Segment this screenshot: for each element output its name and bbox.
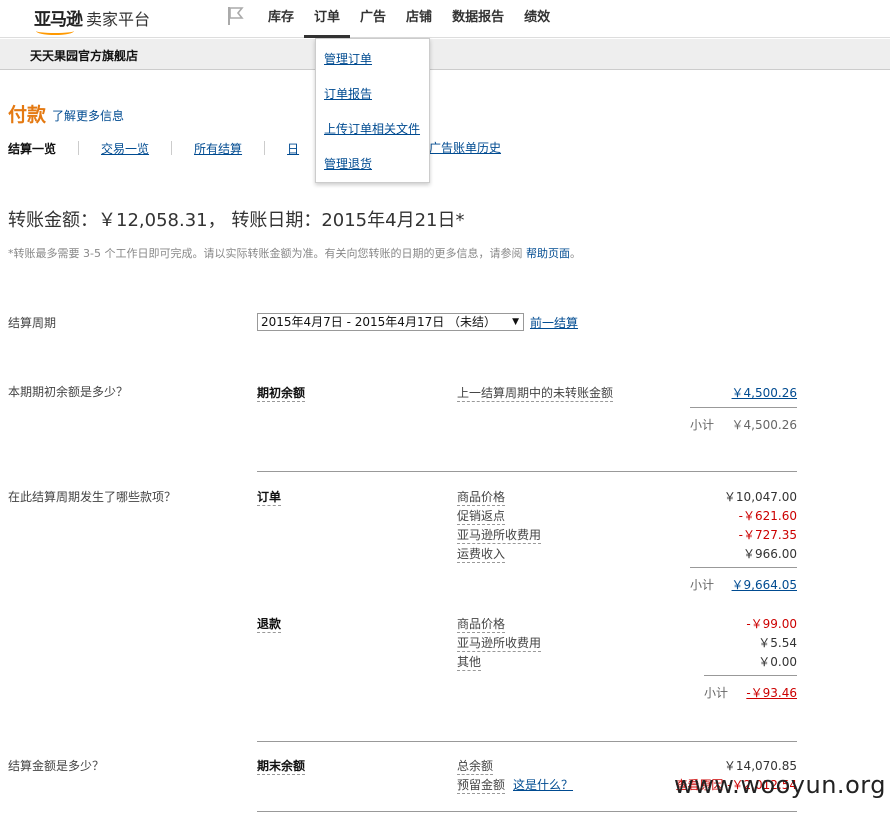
payments-subtabs: 结算一览 交易一览 所有结算 日 — [8, 138, 299, 158]
transfer-summary: 转账金额：￥12,058.31， 转账日期：2015年4月21日* — [8, 210, 465, 231]
help-page-link[interactable]: 帮助页面 — [526, 247, 570, 260]
refunds-line-label: 亚马逊所收费用 — [457, 636, 542, 652]
what-is-this-link[interactable]: 这是什么？ — [513, 776, 573, 793]
tab-ad-billing-history[interactable]: 广告账单历史 — [429, 139, 501, 156]
store-bar: 天天果园官方旗舰店 — [0, 39, 890, 70]
refunds-subtotal-label: 小计 — [704, 686, 729, 700]
orders-heading: 订单 — [257, 490, 282, 506]
tab-transaction-view[interactable]: 交易一览 — [101, 140, 149, 157]
orders-line-label: 商品价格 — [457, 490, 506, 506]
subtotal-divider — [690, 407, 797, 408]
orders-dropdown-menu: 管理订单 订单报告 上传订单相关文件 管理退货 — [315, 38, 430, 183]
amazon-logo[interactable]: 亚马逊 卖家平台 — [34, 5, 150, 35]
refunds-heading: 退款 — [257, 617, 282, 633]
orders-line-amount: -￥621.60 — [738, 509, 797, 523]
orders-subtotal[interactable]: ￥9,664.05 — [732, 576, 797, 593]
orders-subtotal-label: 小计 — [690, 578, 715, 592]
refunds-line-label: 商品价格 — [457, 617, 506, 633]
closing-heading: 期末余额 — [257, 759, 306, 775]
nav-inventory[interactable]: 库存 — [258, 0, 304, 38]
store-name[interactable]: 天天果园官方旗舰店 — [30, 47, 138, 64]
refunds-subtotal[interactable]: -￥93.46 — [746, 684, 797, 701]
section-divider — [257, 741, 797, 742]
total-balance-label: 总余额 — [457, 759, 494, 775]
nav-orders[interactable]: 订单 — [304, 0, 351, 38]
main-nav: 库存 订单 广告 店铺 数据报告 绩效 — [258, 0, 560, 38]
closing-question: 结算金额是多少？ — [8, 759, 105, 773]
transfer-note-text: *转账最多需要 3-5 个工作日即可完成。请以实际转账金额为准。有关向您转账的日… — [8, 247, 523, 260]
nav-advertising[interactable]: 广告 — [350, 0, 396, 38]
transfer-note: *转账最多需要 3-5 个工作日即可完成。请以实际转账金额为准。有关向您转账的日… — [8, 245, 581, 261]
menu-item-manage-returns[interactable]: 管理退货 — [324, 155, 372, 172]
nav-store[interactable]: 店铺 — [396, 0, 442, 38]
watermark: www.wooyun.org — [674, 771, 886, 799]
orders-line-amount: -￥727.35 — [738, 528, 797, 542]
tab-divider — [78, 141, 80, 155]
settlement-period-value: 2015年4月7日 - 2015年4月17日 （未结） — [261, 315, 497, 329]
refunds-line-amount: ￥5.54 — [758, 636, 797, 650]
top-bar: 亚马逊 卖家平台 库存 订单 广告 店铺 数据报告 绩效 — [0, 0, 890, 38]
opening-question: 本期期初余额是多少？ — [8, 385, 129, 399]
opening-subtotal-label: 小计 — [690, 418, 715, 432]
section-divider — [257, 471, 797, 472]
nav-performance[interactable]: 绩效 — [514, 0, 560, 38]
tab-date-range[interactable]: 日 — [287, 140, 299, 157]
tab-divider — [171, 141, 173, 155]
period-label: 结算周期 — [8, 316, 57, 330]
opening-line-label: 上一结算周期中的未转账金额 — [457, 386, 614, 402]
reserve-label: 预留金额 — [457, 778, 506, 794]
dropdown-arrow-icon: ▼ — [512, 317, 519, 327]
refunds-line-amount: ￥0.00 — [758, 655, 797, 669]
orders-line-label: 亚马逊所收费用 — [457, 528, 542, 544]
flag-icon[interactable] — [226, 6, 244, 26]
tab-statement-summary[interactable]: 结算一览 — [8, 140, 56, 157]
nav-reports[interactable]: 数据报告 — [442, 0, 514, 38]
previous-statement-link[interactable]: 前一结算 — [530, 314, 578, 331]
orders-line-label: 促销返点 — [457, 509, 506, 525]
subtotal-divider — [704, 675, 797, 676]
logo-subtitle: 卖家平台 — [86, 10, 151, 29]
section-divider — [257, 811, 797, 812]
activity-question: 在此结算周期发生了哪些款项？ — [8, 490, 177, 504]
opening-heading: 期初余额 — [257, 386, 306, 402]
refunds-line-amount: -￥99.00 — [746, 617, 797, 631]
subtotal-divider — [690, 567, 797, 568]
learn-more-link[interactable]: 了解更多信息 — [52, 107, 124, 124]
orders-line-amount: ￥966.00 — [743, 547, 797, 561]
page-title: 付款 — [8, 104, 47, 126]
opening-line-amount[interactable]: ￥4,500.26 — [732, 384, 797, 401]
tab-divider — [264, 141, 266, 155]
menu-item-upload-order-files[interactable]: 上传订单相关文件 — [324, 120, 420, 137]
tab-all-statements[interactable]: 所有结算 — [194, 140, 242, 157]
orders-line-amount: ￥10,047.00 — [723, 490, 797, 504]
menu-item-order-reports[interactable]: 订单报告 — [324, 85, 372, 102]
settlement-period-select[interactable]: 2015年4月7日 - 2015年4月17日 （未结） ▼ — [257, 313, 524, 331]
orders-line-label: 运费收入 — [457, 547, 506, 563]
transfer-note-end: 。 — [569, 247, 581, 260]
menu-item-manage-orders[interactable]: 管理订单 — [324, 50, 372, 67]
opening-subtotal: ￥4,500.26 — [731, 418, 797, 432]
smile-icon — [36, 27, 74, 35]
refunds-line-label: 其他 — [457, 655, 482, 671]
